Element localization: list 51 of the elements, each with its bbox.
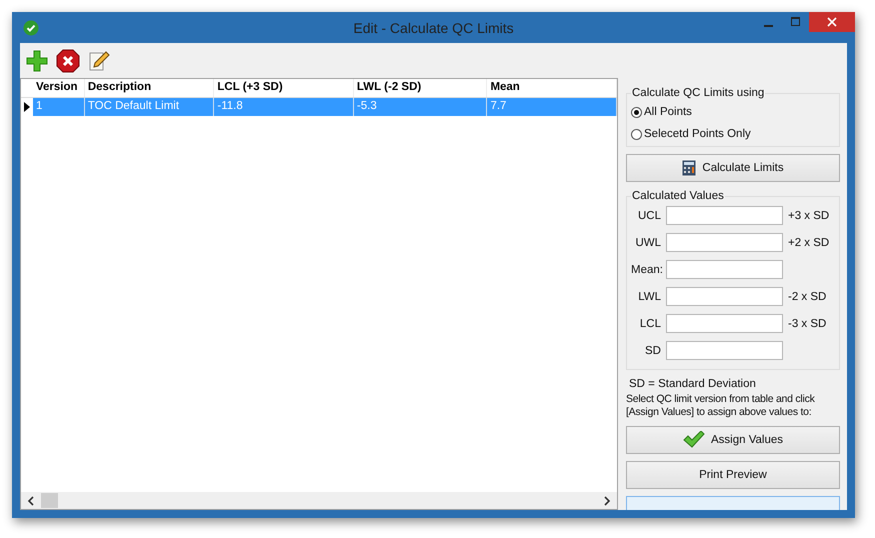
close-icon	[827, 17, 837, 27]
print-preview-button[interactable]: Print Preview	[626, 461, 840, 489]
input-field[interactable]	[666, 287, 783, 306]
field-label: Mean:	[631, 264, 661, 276]
instructions-text: Select QC limit version from table and click [Assign Values] to assign above values to:	[626, 393, 816, 419]
horizontal-scrollbar[interactable]	[21, 492, 617, 509]
scroll-thumb[interactable]	[41, 493, 58, 508]
calculate-button[interactable]: Calculate Limits	[626, 154, 840, 182]
column-header[interactable]: Mean	[487, 79, 617, 97]
table-cell: 7.7	[487, 98, 617, 116]
pencil-icon[interactable]	[87, 48, 111, 72]
field-label: UCL	[636, 210, 661, 222]
delete-icon[interactable]	[56, 48, 80, 72]
field-label: LWL	[637, 290, 661, 302]
plus-icon[interactable]	[25, 48, 49, 72]
field-unit: -2 x SD	[788, 290, 826, 302]
table-cell: TOC Default Limit	[84, 98, 214, 116]
field-unit: +3 x SD	[788, 210, 830, 222]
input-field[interactable]	[666, 206, 783, 225]
maximize-icon	[790, 17, 800, 27]
check-icon	[682, 431, 705, 449]
calculator-icon	[682, 160, 696, 176]
scroll-right-icon[interactable]	[603, 496, 611, 506]
group-title: Calculated Values	[631, 190, 725, 202]
radio-option[interactable]: All Points	[631, 101, 833, 123]
input-field[interactable]	[666, 260, 783, 279]
table-cell: -5.3	[354, 98, 488, 116]
close-button[interactable]	[809, 12, 855, 32]
input-field[interactable]	[666, 233, 783, 252]
check-icon	[23, 20, 39, 36]
radio-option[interactable]: Selecetd Points Only	[631, 123, 833, 145]
field-unit: +2 x SD	[788, 236, 830, 248]
group-title: Calculate QC Limits using	[631, 87, 766, 99]
minimize-icon	[764, 24, 773, 26]
column-header[interactable]: LCL (+3 SD)	[214, 79, 354, 97]
table-cell: -11.8	[214, 98, 354, 116]
field-label: SD	[644, 344, 661, 356]
field-label: LCL	[638, 318, 661, 330]
column-header[interactable]: LWL (-2 SD)	[354, 79, 488, 97]
field-unit: -3 x SD	[788, 318, 826, 330]
column-header[interactable]: Version	[33, 79, 85, 97]
row-pointer-icon	[24, 102, 30, 112]
field-label: UWL	[634, 236, 661, 248]
window-title: Edit - Calculate QC Limits	[352, 20, 515, 36]
input-field[interactable]	[666, 341, 783, 360]
column-header[interactable]: Description	[84, 79, 214, 97]
table-cell: 1	[33, 98, 85, 116]
input-field[interactable]	[666, 314, 783, 333]
legend-text: SD = Standard Deviation	[628, 378, 757, 390]
scroll-left-icon[interactable]	[27, 496, 35, 506]
assign-button[interactable]: Assign Values	[626, 426, 840, 454]
